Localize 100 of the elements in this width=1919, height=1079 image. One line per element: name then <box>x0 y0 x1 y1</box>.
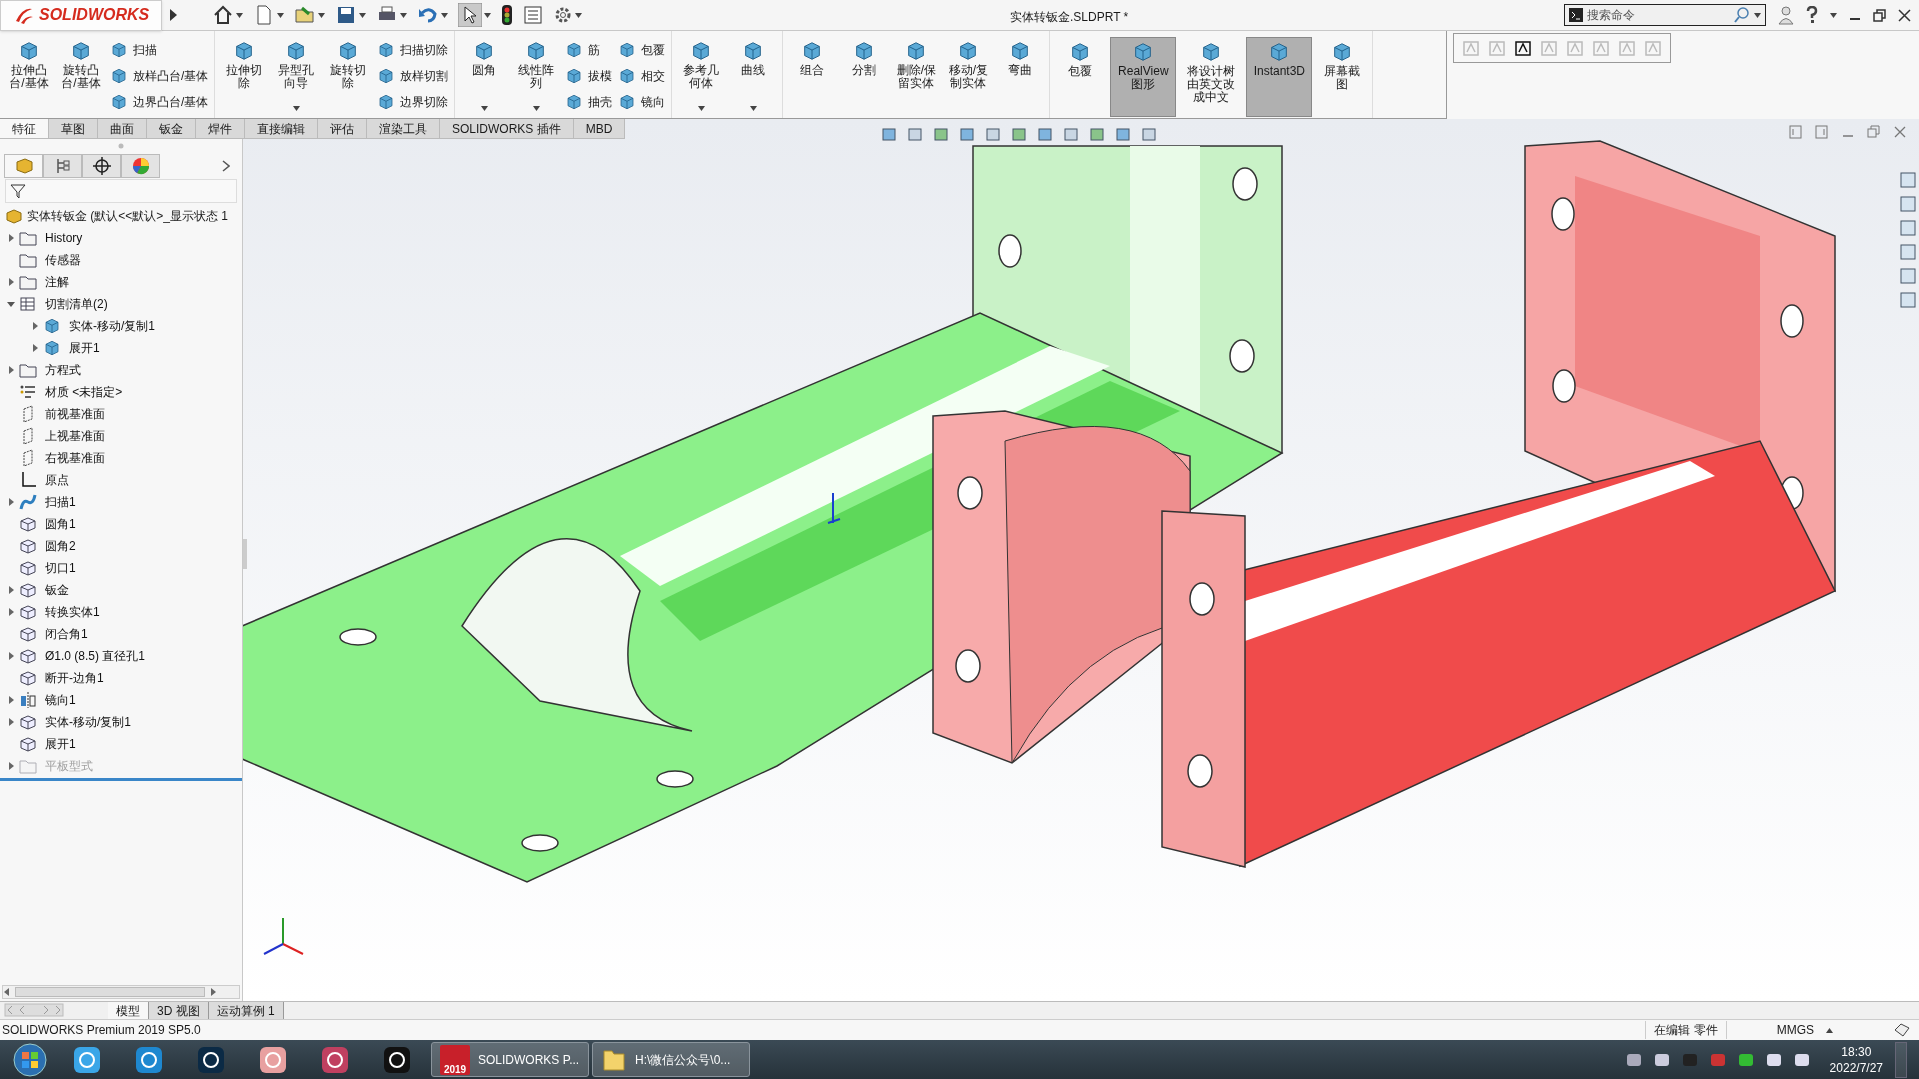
command-button[interactable]: 拔模 <box>565 65 613 86</box>
tree-item[interactable]: 右视基准面 <box>45 449 105 467</box>
dropdown-arrow-icon[interactable] <box>484 12 492 18</box>
ribbon-tab[interactable]: 渲染工具 <box>367 119 440 138</box>
tree-item[interactable]: 实体-移动/复制1 <box>45 713 131 731</box>
tree-item[interactable]: 实体-移动/复制1 <box>69 317 155 335</box>
chevron-right-icon[interactable] <box>222 160 230 172</box>
tree-item[interactable]: 材质 <未指定> <box>45 383 123 401</box>
taskbar-window-button[interactable]: H:\微信公众号\0... <box>592 1042 750 1077</box>
start-button-icon[interactable] <box>12 1041 48 1078</box>
tree-item[interactable]: 圆角1 <box>45 515 76 533</box>
view-tab[interactable]: 3D 视图 <box>149 1002 209 1019</box>
tile-right-icon[interactable] <box>1815 125 1829 139</box>
dropdown-arrow-icon[interactable] <box>359 12 367 18</box>
tree-item[interactable]: 转换实体1 <box>45 603 100 621</box>
close-icon[interactable] <box>1898 8 1911 22</box>
command-button[interactable]: 筋 <box>565 39 613 60</box>
command-button[interactable]: 拉伸切除 <box>221 37 268 117</box>
search-field[interactable]: 搜索命令 <box>1587 6 1730 24</box>
command-button[interactable]: 曲线 <box>730 37 777 117</box>
command-button[interactable]: 包覆 <box>618 39 666 60</box>
expand-arrow-icon[interactable] <box>31 322 39 330</box>
tree-item[interactable]: 圆角2 <box>45 537 76 555</box>
tree-item[interactable]: 上视基准面 <box>45 427 105 445</box>
command-button[interactable]: 线性阵列 <box>513 37 560 117</box>
expand-arrow-icon[interactable] <box>7 234 15 242</box>
dropdown-arrow-icon[interactable] <box>318 12 326 18</box>
filter-field[interactable] <box>5 179 237 203</box>
tree-item[interactable]: 断开-边角1 <box>45 669 104 687</box>
dropdown-arrow-icon[interactable] <box>1830 12 1837 18</box>
view-tab[interactable]: 运动算例 1 <box>208 1002 284 1019</box>
command-button[interactable]: 旋转切除 <box>325 37 372 117</box>
taskbar-window-button[interactable]: 2019 SOLIDWORKS P... <box>431 1042 589 1077</box>
help-icon[interactable] <box>1806 6 1818 24</box>
open-folder-icon[interactable] <box>294 4 317 26</box>
tree-root-label[interactable]: 实体转钣金 (默认<<默认>_显示状态 1 <box>27 207 229 225</box>
command-button[interactable]: 扫描 <box>110 39 209 60</box>
command-button[interactable]: 包覆 <box>1056 37 1105 117</box>
tree-item[interactable]: 镜向1 <box>45 691 76 709</box>
expand-arrow-icon[interactable] <box>7 300 15 308</box>
dropdown-arrow-icon[interactable] <box>575 12 583 18</box>
tree-item[interactable]: 切口1 <box>45 559 76 577</box>
tile-left-icon[interactable] <box>1789 125 1803 139</box>
user-icon[interactable] <box>1778 5 1794 25</box>
tree-item[interactable]: 前视基准面 <box>45 405 105 423</box>
command-button[interactable]: 圆角 <box>461 37 508 117</box>
tree-item[interactable]: Ø1.0 (8.5) 直径孔1 <box>45 647 146 665</box>
command-button[interactable]: 旋转凸台/基体 <box>58 37 104 117</box>
command-button[interactable]: 放样凸台/基体 <box>110 65 209 86</box>
ribbon-tab[interactable]: 钣金 <box>147 119 196 138</box>
command-button[interactable]: 将设计树由英文改成中文 <box>1182 37 1241 117</box>
traffic-light-icon[interactable] <box>501 4 514 26</box>
expand-arrow-icon[interactable] <box>7 586 15 594</box>
tag-icon[interactable] <box>1893 1022 1911 1038</box>
expand-arrow-icon[interactable] <box>7 366 15 374</box>
horizontal-scrollbar[interactable] <box>2 985 240 999</box>
tree-item[interactable]: 钣金 <box>45 581 69 599</box>
scroll-left-icon[interactable] <box>3 988 11 996</box>
tree-item[interactable]: 切割清单(2) <box>45 295 108 313</box>
command-button[interactable]: 镜向 <box>618 91 666 112</box>
dropdown-arrow-icon[interactable] <box>400 12 408 18</box>
dropdown-arrow-icon[interactable] <box>441 12 449 18</box>
command-button[interactable]: 扫描切除 <box>377 39 449 60</box>
command-button[interactable]: 弯曲 <box>997 37 1044 117</box>
restore-icon[interactable] <box>1873 8 1886 22</box>
ribbon-tab[interactable]: 直接编辑 <box>245 119 318 138</box>
tree-item[interactable]: 闭合角1 <box>45 625 88 643</box>
tree-item[interactable]: 扫描1 <box>45 493 76 511</box>
search-box[interactable]: 搜索命令 <box>1564 4 1766 26</box>
splitter-handle-icon[interactable] <box>118 143 124 149</box>
command-button[interactable]: 边界凸台/基体 <box>110 91 209 112</box>
tree-item[interactable]: 展开1 <box>69 339 100 357</box>
tree-item[interactable]: History <box>45 229 83 247</box>
dropdown-arrow-icon[interactable] <box>236 12 244 18</box>
expand-arrow-icon[interactable] <box>7 696 15 704</box>
command-button[interactable]: 组合 <box>789 37 836 117</box>
ribbon-tab[interactable]: 评估 <box>318 119 367 138</box>
view-tab[interactable]: 模型 <box>108 1002 149 1019</box>
command-button[interactable]: 分割 <box>841 37 888 117</box>
command-button[interactable]: Instant3D <box>1246 37 1313 117</box>
dropdown-arrow-icon[interactable] <box>277 12 285 18</box>
text-annotation-icon[interactable] <box>1514 39 1532 57</box>
tree-item[interactable]: 方程式 <box>45 361 81 379</box>
command-button[interactable]: 屏幕截图 <box>1318 37 1367 117</box>
tree-item[interactable]: 注解 <box>45 273 69 291</box>
ribbon-tab[interactable]: SOLIDWORKS 插件 <box>440 119 574 138</box>
ribbon-tab[interactable]: 特征 <box>0 119 49 138</box>
ribbon-tab[interactable]: 草图 <box>49 119 98 138</box>
scrollbar-thumb[interactable] <box>15 987 205 997</box>
scroll-right-icon[interactable] <box>209 988 217 996</box>
command-button[interactable]: 异型孔向导 <box>273 37 320 117</box>
expand-arrow-icon[interactable] <box>7 608 15 616</box>
expand-arrow-icon[interactable] <box>31 344 39 352</box>
expand-arrow-icon[interactable] <box>7 498 15 506</box>
tree-item[interactable]: 原点 <box>45 471 69 489</box>
tree-item[interactable]: 展开1 <box>45 735 76 753</box>
expand-arrow-icon[interactable] <box>7 718 15 726</box>
ribbon-tab[interactable]: 焊件 <box>196 119 245 138</box>
ribbon-tab[interactable]: 曲面 <box>98 119 147 138</box>
command-button[interactable]: RealView图形 <box>1110 37 1177 117</box>
